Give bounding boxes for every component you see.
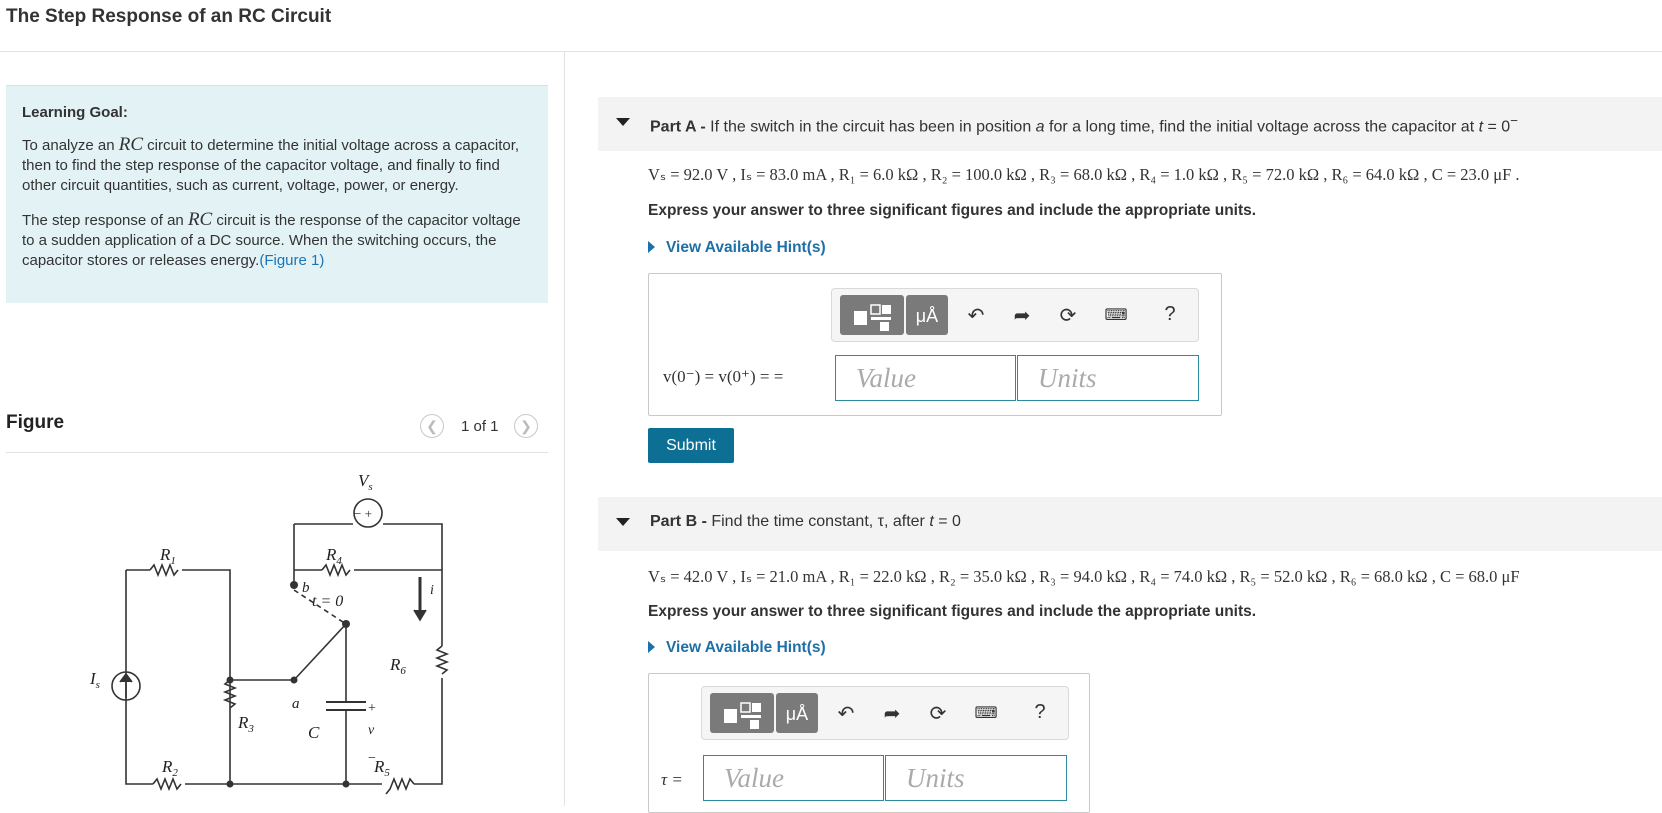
math-toolbar: μÅ ↶ ➦ ⟳ ⌨ ? [701,686,1069,740]
collapse-triangle-icon[interactable] [616,118,630,126]
figure-label: Figure [6,412,65,433]
label-r6: R6 [389,655,406,677]
help-button[interactable]: ? [1158,303,1182,326]
part-a-submit-button[interactable]: Submit [648,428,734,463]
label-r2: R2 [161,757,178,779]
templates-icon [854,304,891,331]
part-b-value-input[interactable]: Value [703,755,884,801]
keyboard-icon[interactable]: ⌨ [974,703,998,723]
resistor-r5 [385,776,415,795]
label-r3: R3 [237,713,254,735]
math-toolbar: μÅ ↶ ➦ ⟳ ⌨ ? [831,288,1199,342]
part-a-hint-link[interactable]: View Available Hint(s) [648,239,826,257]
part-b-given-values: Vₛ = 42.0 V , Iₛ = 21.0 mA , R₁ = 22.0 k… [648,567,1520,586]
part-a-instruction: Express your answer to three significant… [648,202,1257,219]
chevron-right-icon: ❯ [520,418,532,434]
goal-text-part: To analyze an [22,137,119,154]
learning-goal-panel: Learning Goal: To analyze an RC circuit … [6,85,548,303]
question-text: = 0 [933,513,961,530]
part-b-instruction: Express your answer to three significant… [648,603,1257,620]
figure-next-button[interactable]: ❯ [514,414,538,438]
switch-blade [230,623,347,681]
label-v: v [368,723,375,738]
part-a-question: Part A - If the switch in the circuit ha… [650,113,1518,136]
question-text: = 0 [1483,118,1511,136]
templates-button[interactable] [840,295,904,335]
page-title: The Step Response of an RC Circuit [6,6,332,27]
learning-goal-text: To analyze an RC circuit to determine th… [22,135,532,196]
templates-icon [724,702,761,729]
collapse-triangle-icon[interactable] [616,518,630,526]
units-button[interactable]: μÅ [776,693,818,733]
label-r4: R4 [325,545,342,567]
column-divider [564,52,565,806]
question-text: Find the time constant, τ, after [706,513,930,530]
circuit-diagram: Vs − + R1 R2 R3 R4 R5 R6 Is b a t = 0 i … [89,471,450,795]
hint-label: View Available Hint(s) [666,239,826,256]
question-text: If the switch in the circuit has been in… [705,118,1036,136]
label-t0: t = 0 [312,593,343,610]
reset-icon[interactable]: ⟳ [926,701,950,726]
figure-link[interactable]: (Figure 1) [259,252,324,269]
label-i: i [430,583,434,598]
figure-prev-button[interactable]: ❮ [420,414,444,438]
wire [125,570,153,785]
part-a-answer-box: μÅ ↶ ➦ ⟳ ⌨ ? v(0⁻) = v(0⁺) = = Value Uni… [648,273,1222,416]
part-b-header[interactable]: Part B - Find the time constant, τ, afte… [598,497,1662,551]
part-a-value-input[interactable]: Value [835,355,1016,401]
goal-math-rc: RC [187,209,213,230]
part-b-hint-link[interactable]: View Available Hint(s) [648,639,826,657]
undo-icon[interactable]: ↶ [834,701,858,726]
undo-icon[interactable]: ↶ [964,303,988,328]
part-a-given-values: Vₛ = 92.0 V , Iₛ = 83.0 mA , R₁ = 6.0 kΩ… [648,165,1520,184]
label-is: Is [89,669,100,691]
figure-pager: 1 of 1 [461,418,499,435]
question-text: for a long time, find the initial voltag… [1044,118,1479,136]
chevron-left-icon: ❮ [426,418,438,434]
part-b-answer-box: μÅ ↶ ➦ ⟳ ⌨ ? τ = Value Units [648,673,1090,813]
learning-goal-heading: Learning Goal: [22,104,128,121]
part-a-label: Part A - [650,118,706,136]
keyboard-icon[interactable]: ⌨ [1104,305,1128,325]
part-b-question: Part B - Find the time constant, τ, afte… [650,513,961,531]
question-sup: − [1510,113,1518,128]
resistor-r6 [434,645,450,675]
label-plus: + [368,701,376,716]
units-button[interactable]: μÅ [906,295,948,335]
resistor-r2 [152,776,182,792]
label-a: a [292,696,300,712]
figure-divider [6,452,548,453]
part-a-units-input[interactable]: Units [1017,355,1199,401]
label-c: C [308,723,320,742]
label-r1: R1 [159,545,176,567]
caret-right-icon [648,641,655,653]
label-b: b [302,580,310,596]
part-b-label: Part B - [650,513,707,530]
header-divider [0,51,1662,52]
reset-icon[interactable]: ⟳ [1056,303,1080,328]
caret-right-icon [648,241,655,253]
part-a-header[interactable]: Part A - If the switch in the circuit ha… [598,97,1662,151]
part-b-units-input[interactable]: Units [885,755,1067,801]
goal-text-part: The step response of an [22,212,188,229]
part-b-equation-label: τ = [661,770,683,789]
hint-label: View Available Hint(s) [666,639,826,656]
redo-icon[interactable]: ➦ [1010,303,1034,328]
question-var: a [1035,118,1045,136]
label-minus: − [368,751,376,766]
step-response-text: The step response of an RC circuit is th… [22,210,532,271]
label-vs-polarity: − + [354,506,372,521]
part-a-equation-label: v(0⁻) = v(0⁺) = = [663,367,784,386]
help-button[interactable]: ? [1028,701,1052,724]
goal-math-rc: RC [118,134,144,155]
redo-icon[interactable]: ➦ [880,701,904,726]
label-vs: Vs [358,471,373,493]
templates-button[interactable] [710,693,774,733]
